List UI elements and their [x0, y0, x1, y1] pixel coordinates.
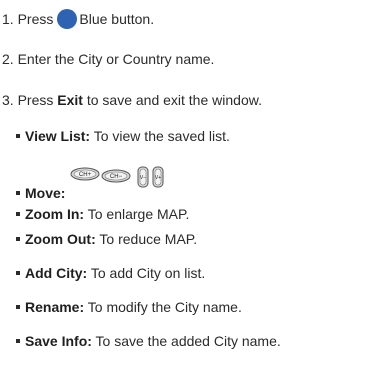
bullet-rename: Rename: To modify the City name.	[16, 298, 242, 316]
step-3: 3. Press Exit to save and exit the windo…	[2, 91, 262, 109]
bullet-zoom-out: Zoom Out: To reduce MAP.	[16, 230, 197, 248]
ch-plus-key-icon: CH+	[70, 167, 100, 181]
bullet-add-city: Add City: To add City on list.	[16, 264, 205, 282]
bullet-term: Zoom Out:	[25, 231, 96, 247]
bullet-term: Zoom In:	[25, 206, 85, 222]
bullet-icon	[16, 237, 20, 241]
step-number: 1.	[2, 11, 14, 27]
bullet-term: View List:	[25, 128, 91, 144]
bullet-icon	[16, 339, 20, 343]
step-text-pre: Press	[17, 11, 54, 27]
step-text-post: Blue button.	[79, 11, 155, 27]
bullet-icon	[16, 305, 20, 309]
step-text-pre: Press	[17, 92, 54, 108]
v-minus-label: V−	[140, 175, 146, 181]
exit-key-label: Exit	[57, 92, 83, 108]
v-plus-key-icon: V+	[152, 166, 164, 188]
bullet-term: Add City:	[25, 265, 88, 281]
bullet-term: Move:	[25, 185, 66, 201]
remote-keys-graphic: CH+ CH− V− V+	[70, 166, 164, 188]
bullet-save-info: Save Info: To save the added City name.	[16, 332, 281, 350]
bullet-desc: To view the saved list.	[93, 128, 230, 144]
v-plus-label: V+	[155, 175, 161, 181]
bullet-desc: To add City on list.	[90, 265, 206, 281]
bullet-icon	[16, 134, 20, 138]
bullet-view-list: View List: To view the saved list.	[16, 127, 230, 145]
step-text: Enter the City or Country name.	[17, 51, 215, 67]
step-1: 1. Press Blue button.	[2, 9, 154, 29]
bullet-term: Rename:	[25, 299, 85, 315]
bullet-desc: To reduce MAP.	[99, 231, 198, 247]
step-number: 3.	[2, 92, 14, 108]
bullet-move: Move: CH+ CH− V− V+	[16, 166, 169, 202]
bullet-icon	[16, 191, 20, 195]
bullet-desc: To modify the City name.	[87, 299, 242, 315]
remote-keys-group: CH+ CH− V− V+	[69, 166, 169, 196]
v-minus-key-icon: V−	[137, 166, 149, 188]
ch-plus-label: CH+	[79, 172, 92, 178]
blue-button-icon	[57, 9, 78, 29]
ch-minus-label: CH−	[110, 174, 123, 180]
step-number: 2.	[2, 51, 14, 67]
bullet-desc: To save the added City name.	[95, 333, 281, 349]
step-2: 2. Enter the City or Country name.	[2, 50, 214, 68]
bullet-icon	[16, 271, 20, 275]
bullet-zoom-in: Zoom In: To enlarge MAP.	[16, 205, 189, 223]
bullet-icon	[16, 212, 20, 216]
bullet-desc: To enlarge MAP.	[87, 206, 190, 222]
bullet-term: Save Info:	[25, 333, 92, 349]
step-text-post: to save and exit the window.	[86, 92, 262, 108]
ch-minus-key-icon: CH−	[101, 169, 131, 183]
